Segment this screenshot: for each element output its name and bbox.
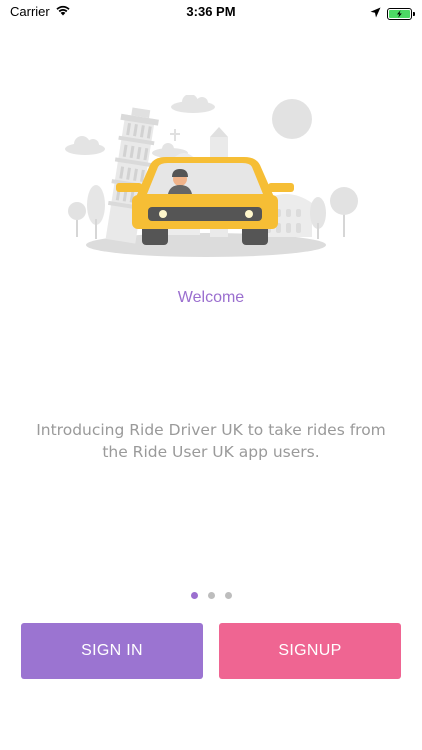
status-bar: Carrier 3:36 PM [0,0,422,26]
location-arrow-icon [370,5,381,23]
taxi-city-illustration [60,94,362,260]
onboarding-title: Welcome [177,289,245,306]
page-dot-2[interactable] [207,592,215,599]
page-dot-1[interactable] [190,592,198,599]
page-dot-3[interactable] [224,592,232,599]
page-indicator[interactable] [0,592,422,599]
sign-up-button[interactable]: SIGNUP [219,623,401,679]
sign-in-button[interactable]: SIGN IN [21,623,203,679]
onboarding-description: Introducing Ride Driver UK to take rides… [36,421,386,461]
status-time: 3:36 PM [186,4,236,19]
battery-charging-icon [387,8,415,20]
status-right [370,5,415,23]
